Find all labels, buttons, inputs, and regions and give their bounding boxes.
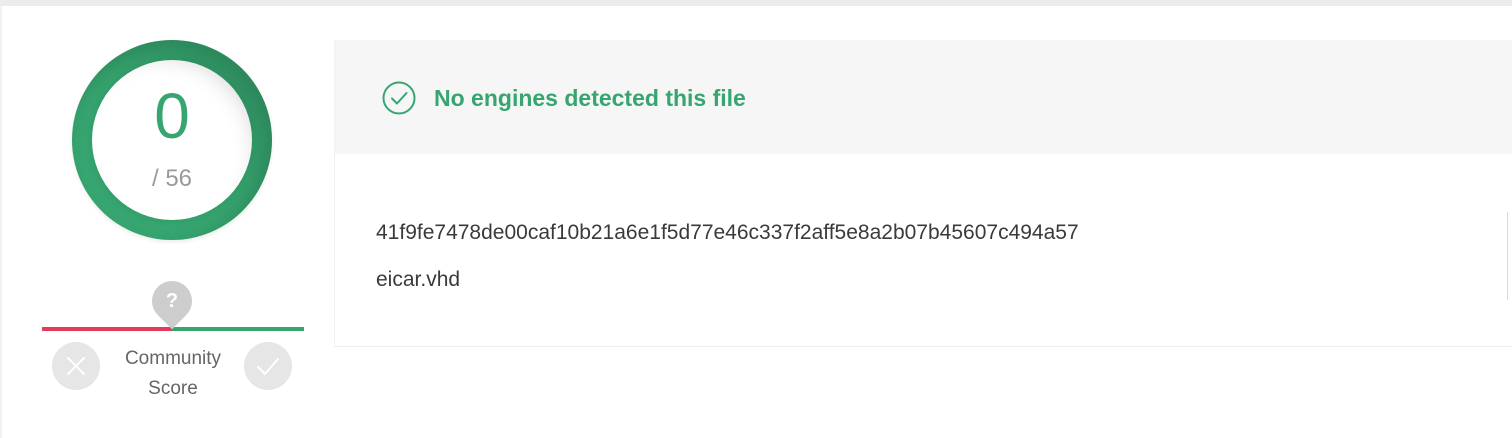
detection-message: No engines detected this file <box>434 85 746 111</box>
community-score-negative-bar <box>42 327 172 331</box>
detection-banner: No engines detected this file <box>335 40 1512 154</box>
vote-harmless-button[interactable] <box>244 342 292 390</box>
file-report-page: 0 / 56 ? Community Score No engines dete… <box>0 0 1512 438</box>
file-hash: 41f9fe7478de00caf10b21a6e1f5d77e46c337f2… <box>376 221 1079 244</box>
community-score-label: Community Score <box>102 344 244 404</box>
top-divider <box>0 0 1512 6</box>
detection-score-ring: 0 / 56 <box>72 40 272 240</box>
card-edge-divider <box>1507 212 1508 300</box>
vote-harmful-button[interactable] <box>52 342 100 390</box>
left-divider <box>0 6 2 438</box>
close-icon <box>67 357 85 375</box>
detection-score-center: 0 / 56 <box>92 60 252 220</box>
community-score-label-line1: Community <box>124 348 222 369</box>
community-score-label-line2: Score <box>148 378 198 399</box>
check-icon <box>257 358 279 375</box>
file-summary-card: No engines detected this file 41f9fe7478… <box>334 40 1512 347</box>
file-name: eicar.vhd <box>376 268 461 291</box>
question-icon: ? <box>165 290 179 312</box>
engine-total: / 56 <box>151 165 193 192</box>
community-score-positive-bar <box>172 327 304 331</box>
detection-count: 0 <box>154 80 190 152</box>
check-circle-icon <box>382 81 416 115</box>
